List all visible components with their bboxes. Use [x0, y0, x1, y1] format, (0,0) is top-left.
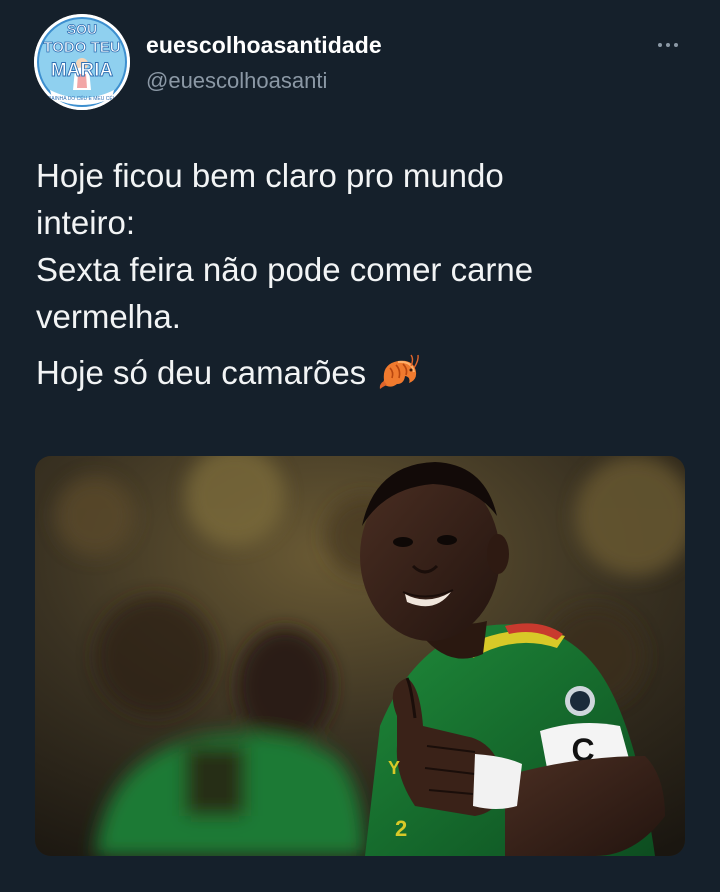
more-dot-icon	[666, 43, 670, 47]
svg-text:MARIA: MARIA	[51, 60, 114, 81]
svg-text:RAINHA DO CÉU E MEU CÉU: RAINHA DO CÉU E MEU CÉU	[48, 95, 117, 102]
tweet-text-line: Hoje só deu camarões	[36, 354, 367, 391]
author-handle[interactable]: @euescolhoasanti	[146, 68, 327, 94]
avatar[interactable]: SOU TODO TEU MARIA RAINHA DO CÉU E MEU C…	[34, 14, 130, 110]
more-dot-icon	[658, 43, 662, 47]
tweet-text-paragraph: Hoje só deu camarões	[36, 349, 676, 396]
footballer-photo: C Y 2	[35, 456, 685, 856]
svg-text:Y: Y	[388, 758, 400, 778]
tweet-text-line: Hoje ficou bem claro pro mundo	[36, 157, 504, 194]
svg-text:2: 2	[395, 816, 407, 841]
more-options-button[interactable]	[648, 30, 688, 60]
tweet-text-line: Sexta feira não pode comer carne	[36, 251, 534, 288]
tweet-photo[interactable]: C Y 2	[35, 456, 685, 856]
tweet-text-line: inteiro:	[36, 204, 136, 241]
more-dot-icon	[674, 43, 678, 47]
tweet-card: SOU TODO TEU MARIA RAINHA DO CÉU E MEU C…	[0, 0, 720, 892]
shrimp-emoji-icon	[380, 354, 420, 389]
tweet-text: Hoje ficou bem claro pro mundo inteiro: …	[36, 152, 676, 396]
avatar-logo-image: SOU TODO TEU MARIA RAINHA DO CÉU E MEU C…	[34, 14, 130, 110]
author-display-name[interactable]: euescolhoasantidade	[146, 32, 382, 59]
svg-text:SOU: SOU	[67, 21, 97, 37]
svg-text:TODO TEU: TODO TEU	[43, 39, 120, 56]
tweet-text-line: vermelha.	[36, 298, 181, 335]
